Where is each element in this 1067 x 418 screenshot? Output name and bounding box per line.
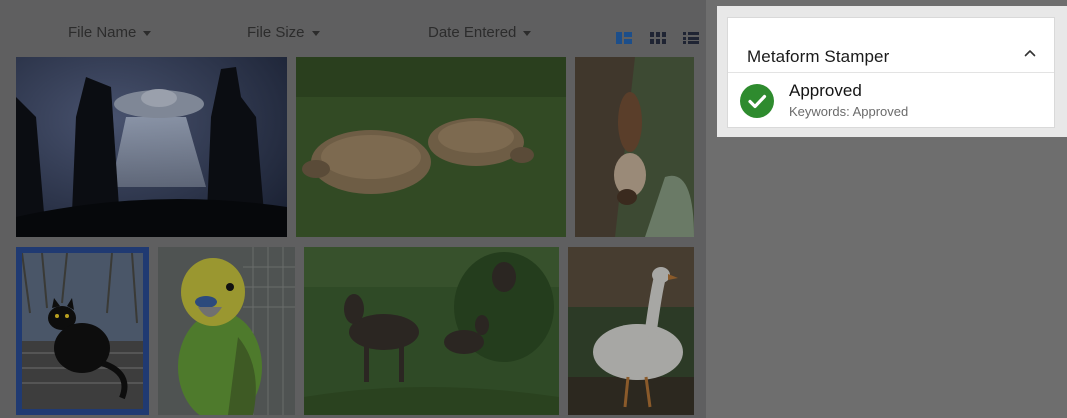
- metaform-stamper-card: Metaform Stamper Approved Keywords: Appr…: [727, 17, 1055, 128]
- ufo-abduction-thumbnail[interactable]: [16, 57, 287, 237]
- check-icon: [740, 84, 774, 118]
- card-title: Metaform Stamper: [747, 47, 890, 66]
- sort-file-name-label: File Name: [68, 24, 137, 41]
- goose-thumbnail[interactable]: [568, 247, 694, 415]
- sort-file-size-label: File Size: [247, 24, 305, 41]
- masonry-view-icon[interactable]: [616, 32, 632, 44]
- moose-thumbnail[interactable]: [304, 247, 559, 415]
- squirrel-thumbnail[interactable]: [575, 57, 694, 237]
- budgie-thumbnail[interactable]: [158, 247, 295, 415]
- stamp-keywords: Keywords: Approved: [789, 104, 909, 119]
- caret-down-icon: [311, 31, 320, 36]
- sort-file-size[interactable]: File Size: [247, 24, 320, 41]
- divider: [728, 72, 1054, 73]
- media-gallery: File Name File Size Date Entered: [0, 0, 706, 418]
- sort-file-name[interactable]: File Name: [68, 24, 152, 41]
- tortoises-thumbnail[interactable]: [296, 57, 566, 237]
- caret-down-icon: [143, 31, 152, 36]
- sort-date-entered[interactable]: Date Entered: [428, 24, 532, 41]
- sort-date-entered-label: Date Entered: [428, 24, 517, 41]
- black-cat-thumbnail[interactable]: [16, 247, 149, 415]
- list-view-icon[interactable]: [683, 32, 699, 44]
- chevron-up-icon[interactable]: [1022, 45, 1038, 61]
- gallery-toolbar: File Name File Size Date Entered: [0, 0, 706, 55]
- grid-view-icon[interactable]: [650, 32, 666, 44]
- stamp-title: Approved: [789, 81, 862, 100]
- caret-down-icon: [523, 31, 532, 36]
- side-panel: Metaform Stamper Approved Keywords: Appr…: [717, 6, 1067, 137]
